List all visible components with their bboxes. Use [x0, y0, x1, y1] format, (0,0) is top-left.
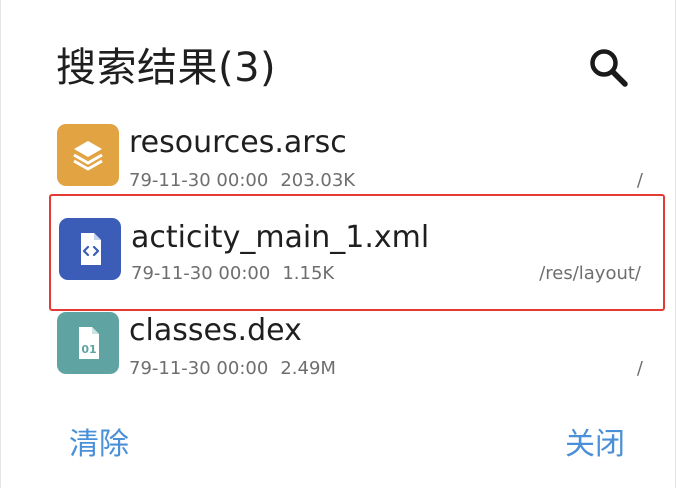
file-name: classes.dex [129, 313, 302, 348]
file-size: 203.03K [280, 170, 356, 191]
file-path: /res/layout/ [539, 263, 641, 284]
file-date: 79-11-30 00:00 [129, 358, 269, 379]
file-date: 79-11-30 00:00 [129, 170, 269, 191]
search-button[interactable] [585, 46, 635, 90]
file-path: / [636, 358, 643, 379]
file-path: / [636, 170, 643, 191]
file-meta: 79-11-30 00:00 2.49M [129, 358, 336, 380]
file-meta: 79-11-30 00:00 1.15K [131, 263, 334, 285]
file-row-resources-arsc[interactable]: resources.arsc 79-11-30 00:00 203.03K / [49, 108, 665, 204]
search-results-dialog: 搜索结果(3) resources.arsc 79-11-30 00:00 203… [0, 0, 676, 488]
file-date: 79-11-30 00:00 [131, 263, 271, 284]
file-row-acticity-main-1-xml[interactable]: acticity_main_1.xml 79-11-30 00:00 1.15K … [49, 194, 665, 311]
close-button[interactable]: 关闭 [565, 425, 625, 465]
file-meta: 79-11-30 00:00 203.03K [129, 170, 355, 192]
svg-text:01: 01 [81, 343, 96, 356]
clear-button[interactable]: 清除 [69, 425, 129, 465]
layers-icon [57, 124, 119, 186]
file-size: 2.49M [280, 358, 336, 379]
file-size: 1.15K [282, 263, 335, 284]
file-name: resources.arsc [129, 125, 347, 160]
code-file-icon [59, 218, 121, 280]
binary-file-icon: 01 [57, 312, 119, 374]
dialog-title: 搜索结果(3) [56, 45, 277, 91]
file-row-classes-dex[interactable]: 01 classes.dex 79-11-30 00:00 2.49M / [49, 296, 665, 392]
file-name: acticity_main_1.xml [131, 220, 430, 255]
search-icon [590, 49, 628, 87]
